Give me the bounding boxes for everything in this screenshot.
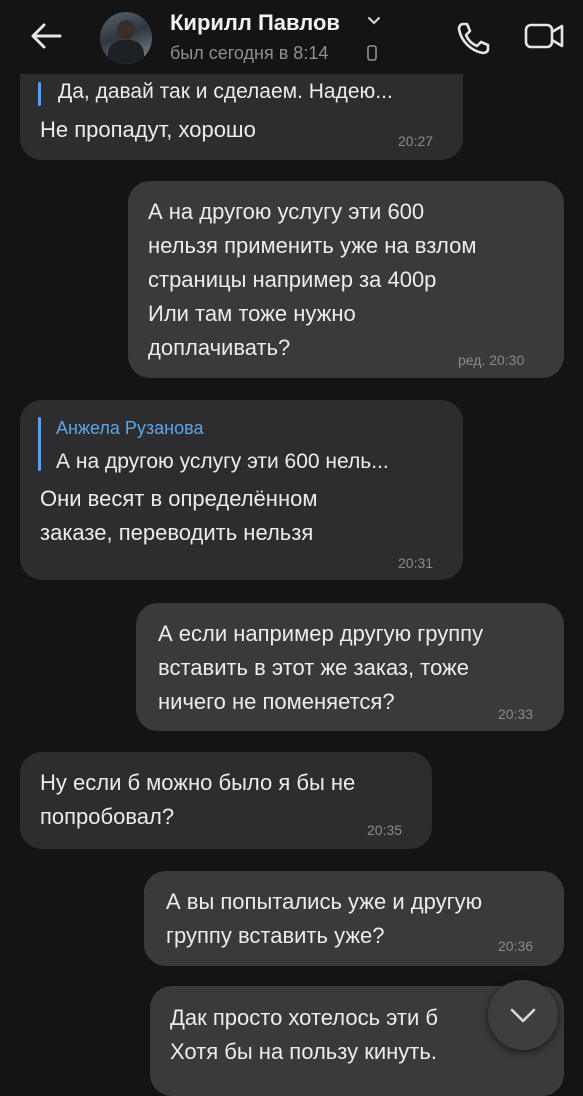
message-text: Не пропадут, хорошо bbox=[40, 117, 256, 142]
message-text: Дак просто хотелось эти б Хотя бы на пол… bbox=[170, 1005, 438, 1064]
chat-header: Кирилл Павлов был сегодня в 8:14 bbox=[0, 0, 583, 74]
chevron-down-icon bbox=[510, 1008, 536, 1023]
message-time: 20:36 bbox=[498, 938, 534, 954]
message-time: 20:35 bbox=[367, 822, 403, 838]
message-text: А вы попытались уже и другую группу вста… bbox=[166, 889, 483, 948]
last-seen-status: был сегодня в 8:14 bbox=[170, 43, 329, 63]
back-arrow-icon[interactable] bbox=[26, 20, 66, 52]
message-bubble-outgoing[interactable]: А если например другую группу вставить в… bbox=[136, 603, 564, 731]
message-bubble-incoming[interactable]: Анжела Рузанова А на другою услугу эти 6… bbox=[20, 400, 463, 580]
mobile-device-icon bbox=[367, 45, 377, 61]
message-bubble-incoming[interactable]: Ну если б можно было я бы не попробовал?… bbox=[20, 752, 432, 849]
message-time: 20:33 bbox=[498, 706, 534, 722]
message-bubble-outgoing[interactable]: А на другою услугу эти 600 нельзя примен… bbox=[128, 181, 564, 378]
reply-quote-text: А на другою услугу эти 600 нель... bbox=[56, 450, 389, 473]
video-call-icon[interactable] bbox=[524, 20, 566, 52]
chevron-down-icon[interactable] bbox=[367, 14, 381, 28]
message-time: 20:27 bbox=[398, 133, 434, 149]
reply-quote-bar bbox=[38, 417, 41, 471]
message-time: ред. 20:30 bbox=[458, 352, 525, 368]
message-text: Ну если б можно было я бы не попробовал? bbox=[40, 770, 356, 829]
message-text: А на другою услугу эти 600 нельзя примен… bbox=[148, 199, 477, 360]
message-text: Они весят в определённом заказе, перевод… bbox=[40, 486, 318, 545]
scroll-down-button[interactable] bbox=[488, 980, 558, 1050]
message-bubble-outgoing[interactable]: А вы попытались уже и другую группу вста… bbox=[144, 871, 564, 966]
message-text: А если например другую группу вставить в… bbox=[158, 621, 484, 714]
contact-name[interactable]: Кирилл Павлов bbox=[170, 10, 340, 36]
reply-author: Анжела Рузанова bbox=[56, 418, 204, 438]
phone-call-icon[interactable] bbox=[454, 18, 494, 58]
reply-quote-text: Да, давай так и сделаем. Надею... bbox=[58, 80, 393, 103]
reply-quote-bar bbox=[38, 82, 41, 106]
message-time: 20:31 bbox=[398, 555, 434, 571]
avatar[interactable] bbox=[100, 12, 152, 64]
